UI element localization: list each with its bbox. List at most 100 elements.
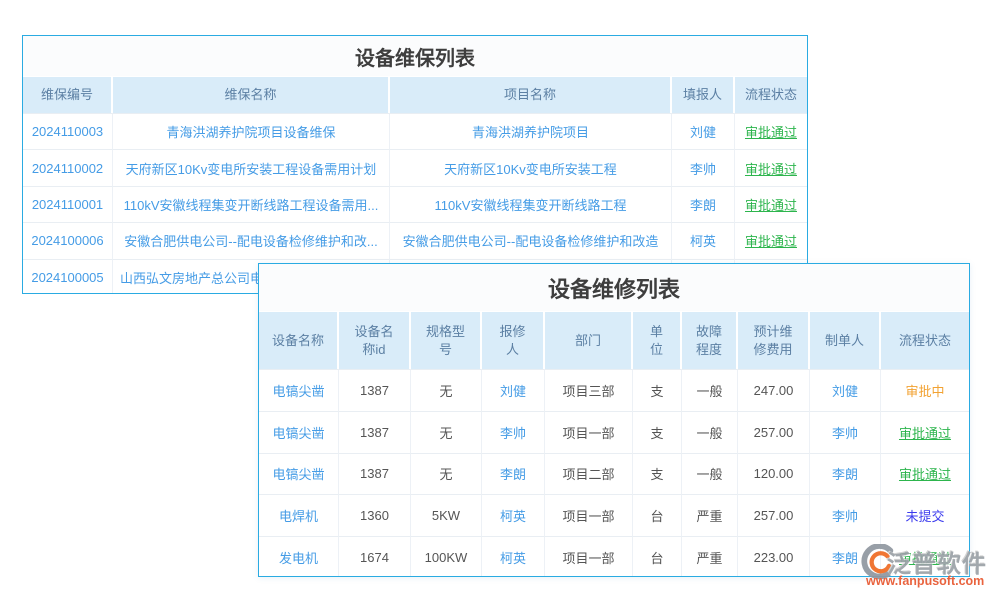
column-header: 故障 程度 (682, 311, 738, 369)
column-header: 维保名称 (113, 76, 390, 113)
repair-table-title: 设备维修列表 (259, 264, 969, 311)
cell-device-name[interactable]: 发电机 (259, 536, 339, 577)
cell-repair-reporter[interactable]: 李帅 (482, 411, 545, 453)
cell-status[interactable]: 审批通过 (881, 453, 969, 495)
cell-spec: 无 (411, 369, 482, 411)
cell-project-name[interactable]: 安徽合肥供电公司--配电设备检修维护和改造 (390, 222, 672, 258)
column-header: 制单人 (810, 311, 881, 369)
cell-status[interactable]: 审批通过 (735, 149, 807, 185)
cell-maintenance-name[interactable]: 天府新区10Kv变电所安装工程设备需用计划 (113, 149, 390, 185)
cell-cost: 257.00 (738, 494, 810, 536)
cell-repair-reporter[interactable]: 柯英 (482, 494, 545, 536)
cell-project-name[interactable]: 青海洪湖养护院项目 (390, 113, 672, 149)
cell-device-name[interactable]: 电焊机 (259, 494, 339, 536)
cell-maker[interactable]: 刘健 (810, 369, 881, 411)
column-header: 流程状态 (735, 76, 807, 113)
cell-severity: 一般 (682, 369, 738, 411)
cell-status[interactable]: 审批通过 (881, 411, 969, 453)
column-header: 流程状态 (881, 311, 969, 369)
cell-unit: 支 (633, 369, 682, 411)
column-header: 设备名 称id (339, 311, 411, 369)
table-row: 发电机1674100KW柯英项目一部台严重223.00李朗审批通过 (259, 536, 969, 577)
cell-status[interactable]: 审批通过 (735, 222, 807, 258)
cell-cost: 257.00 (738, 411, 810, 453)
cell-severity: 严重 (682, 494, 738, 536)
column-header: 单 位 (633, 311, 682, 369)
column-header: 预计维 修费用 (738, 311, 810, 369)
column-header: 规格型 号 (411, 311, 482, 369)
cell-status[interactable]: 未提交 (881, 494, 969, 536)
table-row: 2024110002天府新区10Kv变电所安装工程设备需用计划天府新区10Kv变… (23, 149, 807, 185)
cell-device-name[interactable]: 电镐尖凿 (259, 453, 339, 495)
cell-status[interactable]: 审批中 (881, 369, 969, 411)
table-row: 电镐尖凿1387无刘健项目三部支一般247.00刘健审批中 (259, 369, 969, 411)
cell-device-id: 1387 (339, 411, 411, 453)
cell-maker[interactable]: 李帅 (810, 494, 881, 536)
cell-severity: 一般 (682, 453, 738, 495)
cell-spec: 5KW (411, 494, 482, 536)
cell-device-id: 1360 (339, 494, 411, 536)
cell-maintenance-no[interactable]: 2024110002 (23, 149, 113, 185)
column-header: 设备名称 (259, 311, 339, 369)
cell-maintenance-no[interactable]: 2024110001 (23, 186, 113, 222)
cell-status[interactable]: 审批通过 (881, 536, 969, 577)
cell-project-name[interactable]: 天府新区10Kv变电所安装工程 (390, 149, 672, 185)
cell-cost: 223.00 (738, 536, 810, 577)
cell-status[interactable]: 审批通过 (735, 186, 807, 222)
cell-unit: 支 (633, 453, 682, 495)
column-header: 报修 人 (482, 311, 545, 369)
cell-maintenance-no[interactable]: 2024100006 (23, 222, 113, 258)
cell-reporter[interactable]: 李帅 (672, 149, 735, 185)
repair-table-body: 电镐尖凿1387无刘健项目三部支一般247.00刘健审批中电镐尖凿1387无李帅… (259, 369, 969, 577)
cell-spec: 100KW (411, 536, 482, 577)
cell-unit: 台 (633, 494, 682, 536)
table-row: 电镐尖凿1387无李朗项目二部支一般120.00李朗审批通过 (259, 453, 969, 495)
maintenance-table-header: 维保编号维保名称项目名称填报人流程状态 (23, 76, 807, 113)
cell-unit: 支 (633, 411, 682, 453)
repair-table-header: 设备名称设备名 称id规格型 号报修 人部门单 位故障 程度预计维 修费用制单人… (259, 311, 969, 369)
cell-status[interactable]: 审批通过 (735, 113, 807, 149)
cell-spec: 无 (411, 411, 482, 453)
repair-table-card: 设备维修列表 设备名称设备名 称id规格型 号报修 人部门单 位故障 程度预计维… (258, 263, 970, 577)
cell-spec: 无 (411, 453, 482, 495)
maintenance-table-title: 设备维保列表 (23, 36, 807, 76)
cell-device-name[interactable]: 电镐尖凿 (259, 369, 339, 411)
maintenance-table-card: 设备维保列表 维保编号维保名称项目名称填报人流程状态 2024110003青海洪… (22, 35, 808, 294)
cell-maker[interactable]: 李帅 (810, 411, 881, 453)
cell-device-id: 1674 (339, 536, 411, 577)
cell-repair-reporter[interactable]: 柯英 (482, 536, 545, 577)
cell-repair-reporter[interactable]: 李朗 (482, 453, 545, 495)
cell-department: 项目一部 (545, 494, 633, 536)
cell-severity: 一般 (682, 411, 738, 453)
cell-department: 项目一部 (545, 536, 633, 577)
cell-maker[interactable]: 李朗 (810, 536, 881, 577)
column-header: 维保编号 (23, 76, 113, 113)
cell-reporter[interactable]: 李朗 (672, 186, 735, 222)
cell-project-name[interactable]: 110kV安徽线程集变开断线路工程 (390, 186, 672, 222)
cell-maintenance-name[interactable]: 安徽合肥供电公司--配电设备检修维护和改... (113, 222, 390, 258)
column-header: 填报人 (672, 76, 735, 113)
cell-repair-reporter[interactable]: 刘健 (482, 369, 545, 411)
cell-department: 项目二部 (545, 453, 633, 495)
cell-maker[interactable]: 李朗 (810, 453, 881, 495)
cell-reporter[interactable]: 柯英 (672, 222, 735, 258)
cell-reporter[interactable]: 刘健 (672, 113, 735, 149)
table-row: 2024100006安徽合肥供电公司--配电设备检修维护和改...安徽合肥供电公… (23, 222, 807, 258)
cell-maintenance-no[interactable]: 2024100005 (23, 259, 113, 294)
table-row: 电镐尖凿1387无李帅项目一部支一般257.00李帅审批通过 (259, 411, 969, 453)
cell-cost: 247.00 (738, 369, 810, 411)
table-row: 电焊机13605KW柯英项目一部台严重257.00李帅未提交 (259, 494, 969, 536)
cell-unit: 台 (633, 536, 682, 577)
column-header: 部门 (545, 311, 633, 369)
cell-maintenance-name[interactable]: 110kV安徽线程集变开断线路工程设备需用... (113, 186, 390, 222)
cell-maintenance-name[interactable]: 青海洪湖养护院项目设备维保 (113, 113, 390, 149)
cell-device-id: 1387 (339, 369, 411, 411)
table-row: 2024110001110kV安徽线程集变开断线路工程设备需用...110kV安… (23, 186, 807, 222)
cell-maintenance-no[interactable]: 2024110003 (23, 113, 113, 149)
cell-device-id: 1387 (339, 453, 411, 495)
cell-device-name[interactable]: 电镐尖凿 (259, 411, 339, 453)
cell-department: 项目三部 (545, 369, 633, 411)
cell-cost: 120.00 (738, 453, 810, 495)
cell-department: 项目一部 (545, 411, 633, 453)
cell-severity: 严重 (682, 536, 738, 577)
